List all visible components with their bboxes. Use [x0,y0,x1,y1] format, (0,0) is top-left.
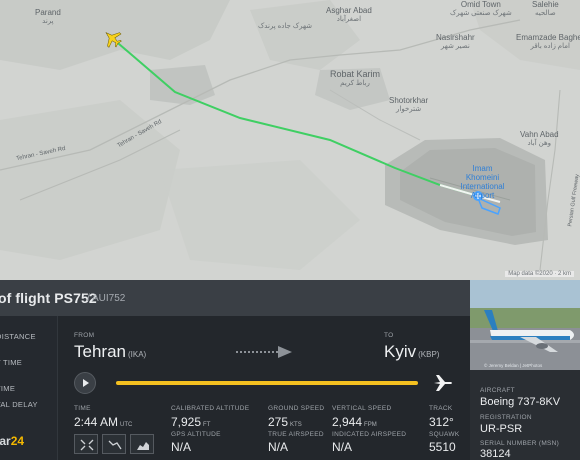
stat-label-indicated-airspeed: INDICATED AIRSPEED [332,431,407,438]
map-label-asghar-abad: Asghar Abad اصغرآباد [326,6,372,23]
chart-icon [137,442,149,450]
destination-city: Kyiv (KBP) [384,342,440,361]
map-attribution: Map data ©2020 · 2 km [505,271,574,277]
stat-label-time: TIME [74,405,91,412]
map-label-airport: Imam Khomeini International Airport [460,164,505,200]
sidebar-label-total-delay: TAL DELAY [0,400,38,409]
stat-label-calibrated-altitude: CALIBRATED ALTITUDE [171,405,250,412]
view-mode-button-chart[interactable] [130,434,154,454]
map-label-nasirshahr: Nasirshahr نصیر شهر [436,33,475,50]
stat-label-track: TRACK [429,405,453,412]
from-label: FROM [74,332,95,339]
serial-number-value: 38124 [480,448,511,460]
route-icon [108,440,122,450]
view-mode-button-route[interactable] [102,434,126,454]
view-mode-button-cockpit[interactable] [74,434,98,454]
stat-value-ground-speed: 275 KTS [268,415,302,429]
sidebar-label-distance: DISTANCE [0,332,36,341]
aircraft-photo-image [470,280,580,370]
aircraft-type-label: AIRCRAFT [480,387,515,394]
stat-label-gps-altitude: GPS ALTITUDE [171,431,221,438]
flight-title: of flight PS752 [0,290,97,306]
flight-map[interactable]: Parand پرند Asghar Abad اصغرآباد Omid Town… [0,0,580,280]
playback-sidebar: DISTANCE T TIME TIME TAL DELAY dar24 [0,316,58,460]
registration-value: UR-PSR [480,423,523,435]
stat-value-gps-altitude: N/A [171,440,192,454]
stat-value-indicated-airspeed: N/A [332,440,353,454]
map-label-salehie: Salehie صالحیه [532,0,559,17]
map-label-industrial: شهرک جاده پرندک [258,23,313,30]
map-label-emamzade-bagher: Emamzade Bagher امام زاده باقر [516,33,580,50]
sidebar-label-flight-time: T TIME [0,358,23,367]
photo-credit: © Jeremy Beldan | JetPhotos [484,363,543,368]
stat-value-vertical-speed: 2,944 FPM [332,415,377,429]
aircraft-type-value: Boeing 737-8KV [480,396,561,408]
stat-label-ground-speed: GROUND SPEED [268,405,325,412]
stat-value-true-airspeed: N/A [268,440,289,454]
stat-label-vertical-speed: VERTICAL SPEED [332,405,392,412]
origin-city: Tehran (IKA) [74,342,147,361]
to-label: TO [384,332,394,339]
map-terrain [0,0,580,280]
map-label-parand: Parand پرند [35,8,61,25]
map-label-vahn-abad: Vahn Abad وهن آباد [520,130,559,147]
map-label-omid-town: Omid Town شهرک صنعتی شهرک [450,0,512,17]
stat-label-squawk: SQUAWK [429,431,460,438]
flight-summary: FROM Tehran (IKA) TO Kyiv (KBP) TIME 2:44 … [58,316,470,460]
map-label-shotorkhar: Shotorkhar شترخوار [389,96,429,113]
stat-value-track: 312° [429,415,454,429]
airplane-icon [434,375,452,391]
flight-callsign: / AUI752 [87,293,126,304]
stat-value-squawk: 5510 [429,440,456,454]
aircraft-info: © Jeremy Beldan | JetPhotos AIRCRAFT Boe… [470,280,580,460]
play-button[interactable] [74,372,96,394]
route-arrow-icon [236,346,292,358]
aircraft-photo[interactable]: © Jeremy Beldan | JetPhotos [470,280,580,370]
flight-progress-bar [116,381,419,385]
flight-details-panel: of flight PS752 / AUI752 DISTANCE T TIME… [0,280,580,460]
registration-label: REGISTRATION [480,414,532,421]
stat-value-time: 2:44 AM UTC [74,415,133,429]
serial-number-label: SERIAL NUMBER (MSN) [480,440,560,447]
stat-label-true-airspeed: TRUE AIRSPEED [268,431,324,438]
stat-value-calibrated-altitude: 7,925 FT [171,415,211,429]
flight-title-bar: of flight PS752 / AUI752 [0,280,470,316]
crosshair-icon [80,439,94,451]
sidebar-label-time: TIME [0,384,16,393]
map-label-robat-karim: Robat Karim رباط کریم [330,69,381,88]
brand-logo: dar24 [0,434,25,448]
